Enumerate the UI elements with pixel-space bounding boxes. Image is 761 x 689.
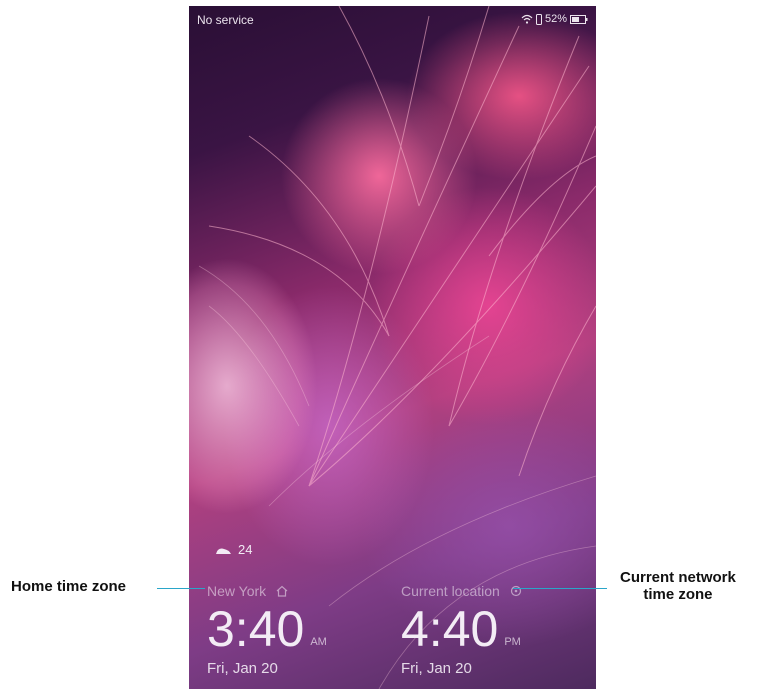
- home-city: New York: [207, 583, 267, 599]
- home-callout-line: [157, 588, 205, 589]
- home-ampm: AM: [310, 636, 327, 648]
- battery-percent: 52%: [544, 13, 567, 25]
- home-time-zone-label: Home time zone: [11, 578, 127, 595]
- status-icons: 52%: [521, 13, 588, 25]
- status-bar: No service 52%: [197, 13, 588, 29]
- network-city-row: Current location: [401, 583, 522, 599]
- carrier-label: No service: [197, 13, 254, 27]
- signal-icon: [535, 13, 542, 25]
- network-time-row: 4:40 PM: [401, 604, 522, 654]
- home-time-row: 3:40 AM: [207, 604, 327, 654]
- home-icon: [276, 585, 288, 597]
- weather-widget[interactable]: 24: [214, 542, 252, 557]
- home-city-row: New York: [207, 583, 327, 599]
- wifi-icon: [521, 14, 533, 24]
- lock-screen: No service 52% 24 New York 3:40 AM Fri, …: [189, 6, 596, 689]
- network-time: 4:40: [401, 601, 499, 657]
- weather-temperature: 24: [238, 542, 253, 557]
- network-time-zone-label: Current network time zone: [620, 569, 736, 603]
- home-time: 3:40: [207, 601, 305, 657]
- network-ampm: PM: [504, 636, 521, 648]
- home-clock: New York 3:40 AM Fri, Jan 20: [207, 583, 327, 677]
- network-callout-line: [513, 588, 607, 589]
- network-label-line-1: Current network: [620, 569, 736, 586]
- network-label-line-2: time zone: [643, 586, 713, 603]
- network-city: Current location: [401, 583, 500, 599]
- location-icon: [510, 585, 521, 597]
- home-date: Fri, Jan 20: [207, 660, 278, 677]
- weather-icon: [216, 548, 231, 554]
- network-clock: Current location 4:40 PM Fri, Jan 20: [401, 583, 522, 677]
- network-date: Fri, Jan 20: [401, 660, 472, 677]
- battery-icon: [570, 14, 588, 24]
